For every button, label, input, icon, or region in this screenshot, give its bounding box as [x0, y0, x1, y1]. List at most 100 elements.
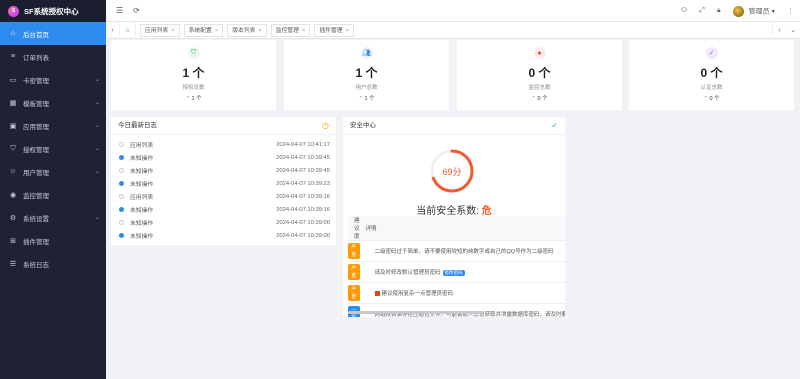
list-item: 未知操作 2024-04-07 10:39:45: [111, 151, 336, 164]
refresh-icon[interactable]: ⟳: [133, 6, 140, 15]
card-icon: ▭: [9, 76, 17, 84]
chevron-down-icon: ⌄: [94, 123, 100, 129]
tabs-menu-icon[interactable]: ⌄: [786, 26, 800, 34]
arrow-up-icon: ⌃: [185, 96, 190, 102]
timeline-dot: [119, 168, 124, 173]
brand-title: SF系统授权中心: [24, 6, 79, 16]
table-row: 严重 二级密码过于简单，请不要使用较短的纯数字或自己的QQ号作为二级密码: [348, 240, 565, 262]
user-icon: ☺: [9, 168, 17, 175]
change-password-button[interactable]: 修改密码: [442, 270, 465, 276]
warning-icon: [374, 291, 380, 297]
log-text: 未知操作: [130, 208, 154, 214]
timeline-dot: [119, 233, 124, 238]
list-item: 未知操作 2024-04-07 10:39:00: [111, 216, 336, 229]
fullscreen-icon[interactable]: ⤢: [699, 7, 705, 15]
sidebar-item[interactable]: ▣ 应用管理 ⌄: [0, 114, 106, 137]
log-time: 2024-04-07 10:39:00: [276, 219, 330, 226]
sidebar-item-label: 授权管理: [23, 146, 49, 154]
close-icon[interactable]: ×: [171, 28, 174, 34]
close-icon[interactable]: ×: [346, 28, 349, 34]
security-card: 安全中心 ✓ 69分 当前安全系数: 危 建议度 详情 严重 二级密码过于简单，请…: [343, 117, 565, 317]
tab[interactable]: 监控管理 ×: [270, 23, 311, 37]
theme-icon[interactable]: ⬭: [681, 7, 687, 15]
timeline-dot: [119, 155, 124, 160]
stat-label: 用户总数: [355, 85, 378, 91]
verify-icon: ✓: [705, 47, 718, 59]
menu-toggle-icon[interactable]: ☰: [116, 6, 123, 15]
detail-text: 二级密码过于简单，请不要使用较短的纯数字或自己的QQ号作为二级密码: [374, 249, 554, 255]
sidebar-item[interactable]: ≡ 订单列表: [0, 45, 106, 68]
list-item: 应用列表 2024-04-07 10:41:17: [111, 138, 336, 151]
sidebar-item-label: 应用管理: [23, 123, 49, 131]
sidebar-item[interactable]: ☺ 用户管理 ⌄: [0, 160, 106, 183]
tab-list: 应用列表 × 系统配置 × 版本列表 × 监控管理 × 插件管理 ×: [136, 23, 354, 37]
log-list: 应用列表 2024-04-07 10:41:17 未知操作 2024-04-07 10…: [111, 135, 336, 242]
log-time: 2024-04-07 10:41:17: [276, 141, 330, 148]
level-badge: 严重: [348, 285, 360, 301]
stat-label: 监控总数: [528, 85, 551, 91]
sidebar-item[interactable]: ▦ 模板管理 ⌄: [0, 91, 106, 114]
sidebar-item-label: 插件管理: [23, 238, 49, 246]
sidebar-item[interactable]: ⊞ 插件管理: [0, 229, 106, 252]
brand[interactable]: S SF系统授权中心: [0, 0, 106, 22]
list-item: 未知操作 2024-04-07 10:39:16: [111, 203, 336, 216]
close-icon[interactable]: ×: [258, 28, 261, 34]
chevron-down-icon: ⌄: [94, 77, 100, 83]
tab[interactable]: 插件管理 ×: [314, 23, 354, 37]
tabs-scroll-right-icon[interactable]: ›: [772, 21, 786, 39]
clock-icon: ◷: [322, 121, 329, 130]
close-icon[interactable]: ×: [302, 28, 305, 34]
sidebar-item[interactable]: ▭ 卡密管理 ⌄: [0, 68, 106, 91]
stat-trend-value: 1 个: [364, 96, 375, 102]
security-table: 建议度 详情 严重 二级密码过于简单，请不要使用较短的纯数字或自己的QQ号作为二级…: [348, 216, 565, 317]
tab[interactable]: 系统配置 ×: [183, 23, 224, 37]
close-icon[interactable]: ×: [215, 28, 218, 34]
log-icon: ☰: [9, 260, 17, 268]
tab-home-icon[interactable]: ⌂: [120, 21, 136, 39]
sidebar-item[interactable]: ⌂ 后台首页: [0, 22, 106, 45]
tab[interactable]: 版本列表 ×: [227, 23, 267, 37]
arrow-up-icon: ⌃: [358, 96, 363, 102]
topbar: ☰ ⟳ ⬭ ⤢ 🔒︎ 管理员 ▾ ⋮: [106, 0, 800, 22]
sidebar-item-label: 模板管理: [23, 100, 49, 108]
level-cell: 严重: [348, 240, 360, 262]
user-name: 管理员: [748, 7, 770, 15]
sidebar-item[interactable]: ⚙ 系统设置 ⌄: [0, 206, 106, 229]
lock-icon[interactable]: 🔒︎: [717, 7, 721, 15]
security-header: 安全中心 ✓: [343, 117, 565, 135]
sidebar: S SF系统授权中心 ⌂ 后台首页 ≡ 订单列表 ▭ 卡密管理 ⌄ ▦ 模板管理 ⌄ ▣ 应用管理 ⌄ ⛉…: [0, 0, 106, 379]
security-title: 安全中心: [350, 122, 376, 129]
more-icon[interactable]: ⋮: [787, 7, 794, 15]
tab[interactable]: 应用列表 ×: [140, 23, 180, 37]
sidebar-item-label: 订单列表: [23, 54, 49, 62]
table-row: 严重 建议使用复杂一点管理员密码: [348, 282, 565, 304]
sidebar-item[interactable]: ⛉ 授权管理 ⌄: [0, 137, 106, 160]
timeline-dot: [119, 142, 124, 147]
table-scrollbar[interactable]: [348, 311, 483, 314]
stat-trend-value: 0 个: [709, 96, 720, 102]
home-icon: ⌂: [10, 30, 16, 37]
sidebar-item[interactable]: ◉ 监控管理: [0, 183, 106, 206]
log-time: 2024-04-07 10:39:16: [276, 206, 330, 213]
chevron-down-icon: ⌄: [94, 100, 100, 106]
timeline-dot: [119, 220, 124, 225]
timeline-dot: [119, 207, 124, 212]
user-menu[interactable]: 管理员 ▾: [732, 5, 775, 17]
sidebar-item-label: 监控管理: [23, 192, 49, 200]
sidebar-item-label: 系统设置: [23, 215, 49, 223]
plugin-icon: ⊞: [10, 237, 16, 245]
shield-icon: ⛉: [10, 144, 16, 152]
log-text: 未知操作: [130, 182, 154, 188]
stat-card: ⛉ 1 个授权总数 ⌃ 1 个: [111, 40, 276, 110]
score-text: 69分: [442, 166, 462, 177]
timeline-dot: [119, 194, 124, 199]
stat-trend: ⌃ 1 个: [284, 94, 449, 102]
detail-cell: 请及时修改默认管理员密码 修改密码: [359, 261, 565, 283]
tabs-scroll-left-icon[interactable]: ‹: [106, 21, 120, 39]
log-card: 今日最新日志 ◷ 应用列表 2024-04-07 10:41:17 未知操作 2024…: [111, 117, 336, 245]
log-text: 应用列表: [130, 143, 154, 149]
stat-value: 0 个: [528, 66, 551, 80]
sidebar-item[interactable]: ☰ 系统日志: [0, 252, 106, 275]
log-text: 未知操作: [130, 156, 154, 162]
col-detail: 详情: [359, 216, 565, 241]
